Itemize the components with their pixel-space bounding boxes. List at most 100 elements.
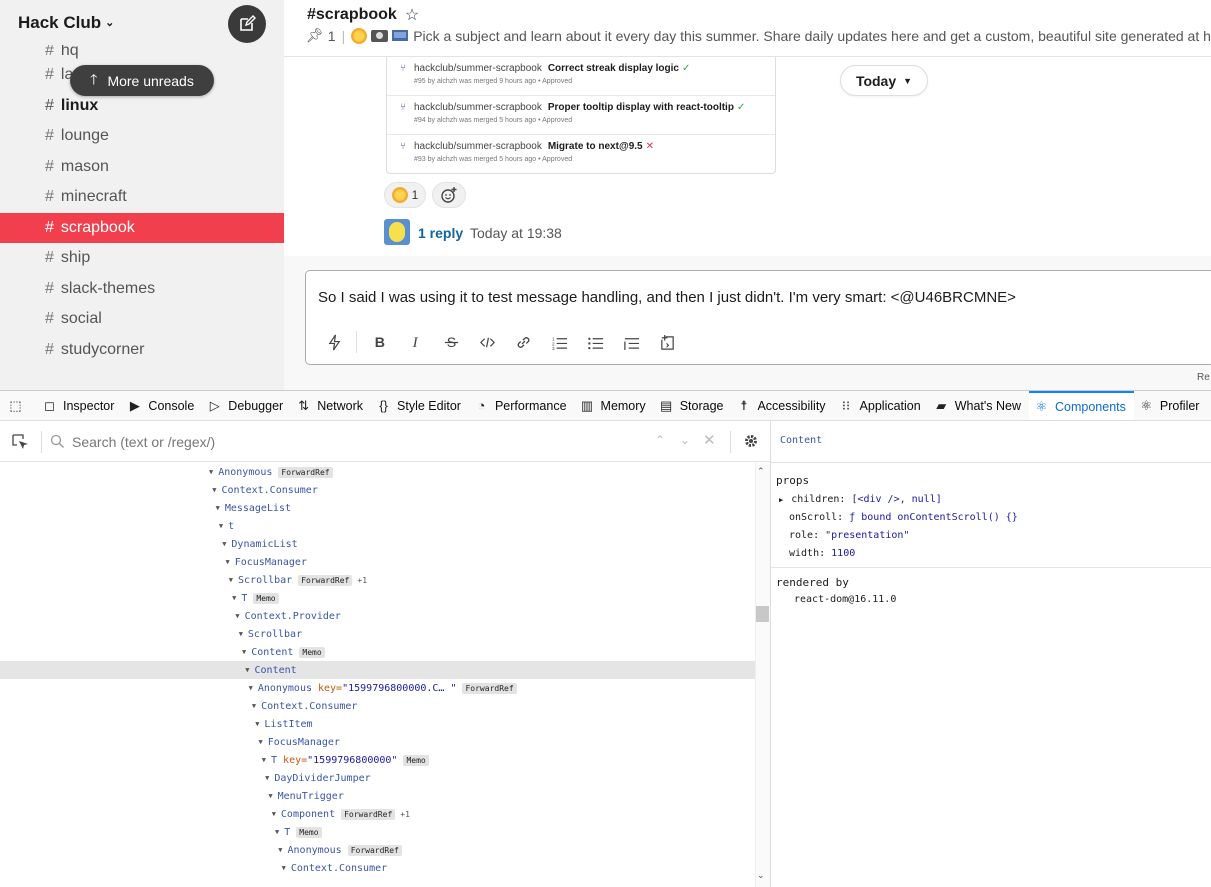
tab-picker[interactable]: ⬚ — [0, 391, 37, 420]
pr-row[interactable]: ⑂ hackclub/summer-scrapbook Migrate to nex… — [387, 135, 775, 174]
shortcuts-button[interactable] — [316, 331, 352, 353]
tree-node[interactable]: ▼ Context.Consumer — [0, 859, 755, 877]
sidebar-item-scrapbook[interactable]: # scrapbook — [0, 212, 284, 243]
tree-scrollbar[interactable] — [755, 463, 770, 887]
tree-node[interactable]: ▼ MessageList — [0, 499, 755, 517]
bold-button[interactable]: B — [361, 331, 397, 353]
tree-node[interactable]: ▼ Context.Consumer — [0, 697, 755, 715]
expand-triangle-icon[interactable]: ▼ — [282, 864, 286, 872]
composer-input[interactable]: So I said I was using it to test message… — [318, 289, 1016, 306]
sidebar-item-mason[interactable]: # mason — [0, 152, 284, 183]
tab-profiler[interactable]: ⚛ Profiler — [1134, 391, 1208, 420]
tree-node[interactable]: ▼ FocusManager — [0, 553, 755, 571]
tab-what-s-new[interactable]: ▰ What's New — [929, 391, 1029, 420]
strikethrough-button[interactable]: S — [433, 331, 469, 353]
tree-node[interactable]: ▼ Anonymous key= "1599796800000.C… " Forward… — [0, 679, 755, 697]
tree-node[interactable]: ▼ Anonymous ForwardRef — [0, 841, 755, 859]
expand-triangle-icon[interactable]: ▼ — [212, 486, 216, 494]
expand-triangle-icon[interactable]: ▼ — [252, 702, 256, 710]
add-reaction-button[interactable] — [432, 182, 466, 208]
expand-triangle-icon[interactable]: ▼ — [265, 774, 269, 782]
tab-storage[interactable]: ▤ Storage — [654, 391, 732, 420]
tab-accessibility[interactable]: ☨ Accessibility — [731, 391, 833, 420]
tree-node[interactable]: ▼ DayDividerJumper — [0, 769, 755, 787]
tab-network[interactable]: ⇅ Network — [291, 391, 371, 420]
tree-node[interactable]: ▼ Scrollbar — [0, 625, 755, 643]
pr-title[interactable]: Migrate to next@9.5 — [548, 141, 643, 152]
tab-performance[interactable]: ◔ Performance — [469, 391, 575, 420]
scroll-down-icon[interactable]: ⌄ — [757, 870, 765, 881]
expand-triangle-icon[interactable]: ▼ — [209, 468, 213, 476]
tree-node[interactable]: ▼ Tkey= "1599796800000" Memo — [0, 751, 755, 769]
link-button[interactable] — [505, 331, 541, 353]
tab-components[interactable]: ⚛ Components — [1029, 391, 1134, 420]
expand-triangle-icon[interactable]: ▼ — [255, 720, 259, 728]
chevron-up-icon[interactable]: ⌃ — [655, 433, 665, 447]
expand-triangle-icon[interactable]: ▼ — [219, 522, 223, 530]
tree-node[interactable]: ▼ Component ForwardRef +1 — [0, 805, 755, 823]
prop-value[interactable]: "presentation" — [825, 530, 909, 541]
avatar[interactable] — [384, 219, 410, 245]
tree-node[interactable]: ▼ T Memo — [0, 589, 755, 607]
code-block-button[interactable] — [649, 331, 685, 353]
sidebar-item-slack-themes[interactable]: # slack-themes — [0, 274, 284, 305]
prop-value[interactable]: 1100 — [831, 548, 855, 559]
expand-triangle-icon[interactable]: ▼ — [232, 594, 236, 602]
pr-repo[interactable]: hackclub/summer-scrapbook — [414, 63, 542, 74]
tab-console[interactable]: ▶ Console — [122, 391, 202, 420]
tree-node[interactable]: ▼ t — [0, 517, 755, 535]
picker-icon[interactable] — [12, 434, 29, 456]
search-input[interactable] — [72, 432, 632, 452]
prop-row[interactable]: ▶ children: [<div />, null] — [779, 494, 942, 505]
tree-node[interactable]: ▼ MenuTrigger — [0, 787, 755, 805]
expand-triangle-icon[interactable]: ▼ — [245, 666, 249, 674]
day-divider-button[interactable]: Today ▼ — [840, 65, 928, 96]
pr-title[interactable]: Proper tooltip display with react-toolti… — [548, 102, 734, 113]
channel-title[interactable]: #scrapbook ☆ — [307, 5, 419, 25]
expand-triangle-icon[interactable]: ▼ — [268, 792, 272, 800]
sidebar-item-hq[interactable]: # hq — [0, 45, 284, 60]
pr-row[interactable]: ⑂ hackclub/summer-scrapbook Correct streak… — [387, 57, 775, 96]
tab-memory[interactable]: ▥ Memory — [575, 391, 654, 420]
italic-button[interactable]: I — [397, 331, 433, 353]
pr-row[interactable]: ⑂ hackclub/summer-scrapbook Proper tooltip… — [387, 96, 775, 135]
reaction-sun[interactable]: 1 — [384, 182, 426, 208]
sidebar-item-social[interactable]: # social — [0, 304, 284, 335]
bullet-list-button[interactable] — [577, 331, 613, 353]
compose-button[interactable] — [228, 5, 266, 43]
prop-value[interactable]: ƒ bound onContentScroll() {} — [849, 512, 1018, 523]
chevron-down-icon[interactable]: ⌄ — [680, 433, 690, 447]
expand-triangle-icon[interactable]: ▼ — [235, 612, 239, 620]
tree-node[interactable]: ▼ DynamicList — [0, 535, 755, 553]
scroll-up-icon[interactable]: ⌃ — [757, 466, 765, 477]
star-icon[interactable]: ☆ — [405, 5, 419, 25]
sidebar-item-studycorner[interactable]: # studycorner — [0, 335, 284, 366]
more-unreads-button[interactable]: 🡑 More unreads — [70, 65, 214, 96]
pr-title[interactable]: Correct streak display logic — [548, 63, 679, 74]
pr-repo[interactable]: hackclub/summer-scrapbook — [414, 102, 542, 113]
expand-triangle-icon[interactable]: ▼ — [278, 846, 282, 854]
tab-inspector[interactable]: ◻ Inspector — [37, 391, 122, 420]
tree-node[interactable]: ▼ Context.Consumer — [0, 481, 755, 499]
prop-value[interactable]: [<div />, null] — [851, 494, 941, 505]
tree-node[interactable]: ▼ Anonymous ForwardRef — [0, 463, 755, 481]
tree-node[interactable]: ▼ FocusManager — [0, 733, 755, 751]
tree-scroll-thumb[interactable] — [756, 606, 769, 622]
message-composer[interactable]: So I said I was using it to test message… — [305, 270, 1211, 365]
expand-triangle-icon[interactable]: ▼ — [242, 648, 246, 656]
reply-count-link[interactable]: 1 reply — [418, 225, 463, 241]
tab-application[interactable]: ⁝⁝ Application — [834, 391, 929, 420]
expand-triangle-icon[interactable]: ▼ — [226, 558, 230, 566]
expand-triangle-icon[interactable]: ▼ — [229, 576, 233, 584]
expand-triangle-icon[interactable]: ▼ — [262, 756, 266, 764]
gear-icon[interactable] — [743, 433, 759, 454]
tree-node[interactable]: ▼ ListItem — [0, 715, 755, 733]
sidebar-item-ship[interactable]: # ship — [0, 243, 284, 274]
pr-repo[interactable]: hackclub/summer-scrapbook — [414, 141, 542, 152]
tree-node[interactable]: ▼ Scrollbar ForwardRef +1 — [0, 571, 755, 589]
expand-triangle-icon[interactable]: ▼ — [216, 504, 220, 512]
tree-node[interactable]: ▼ Content — [0, 661, 755, 679]
sidebar-item-lounge[interactable]: # lounge — [0, 121, 284, 152]
expand-triangle-icon[interactable]: ▼ — [222, 540, 226, 548]
pin-icon[interactable]: 📌︎ — [306, 27, 324, 44]
